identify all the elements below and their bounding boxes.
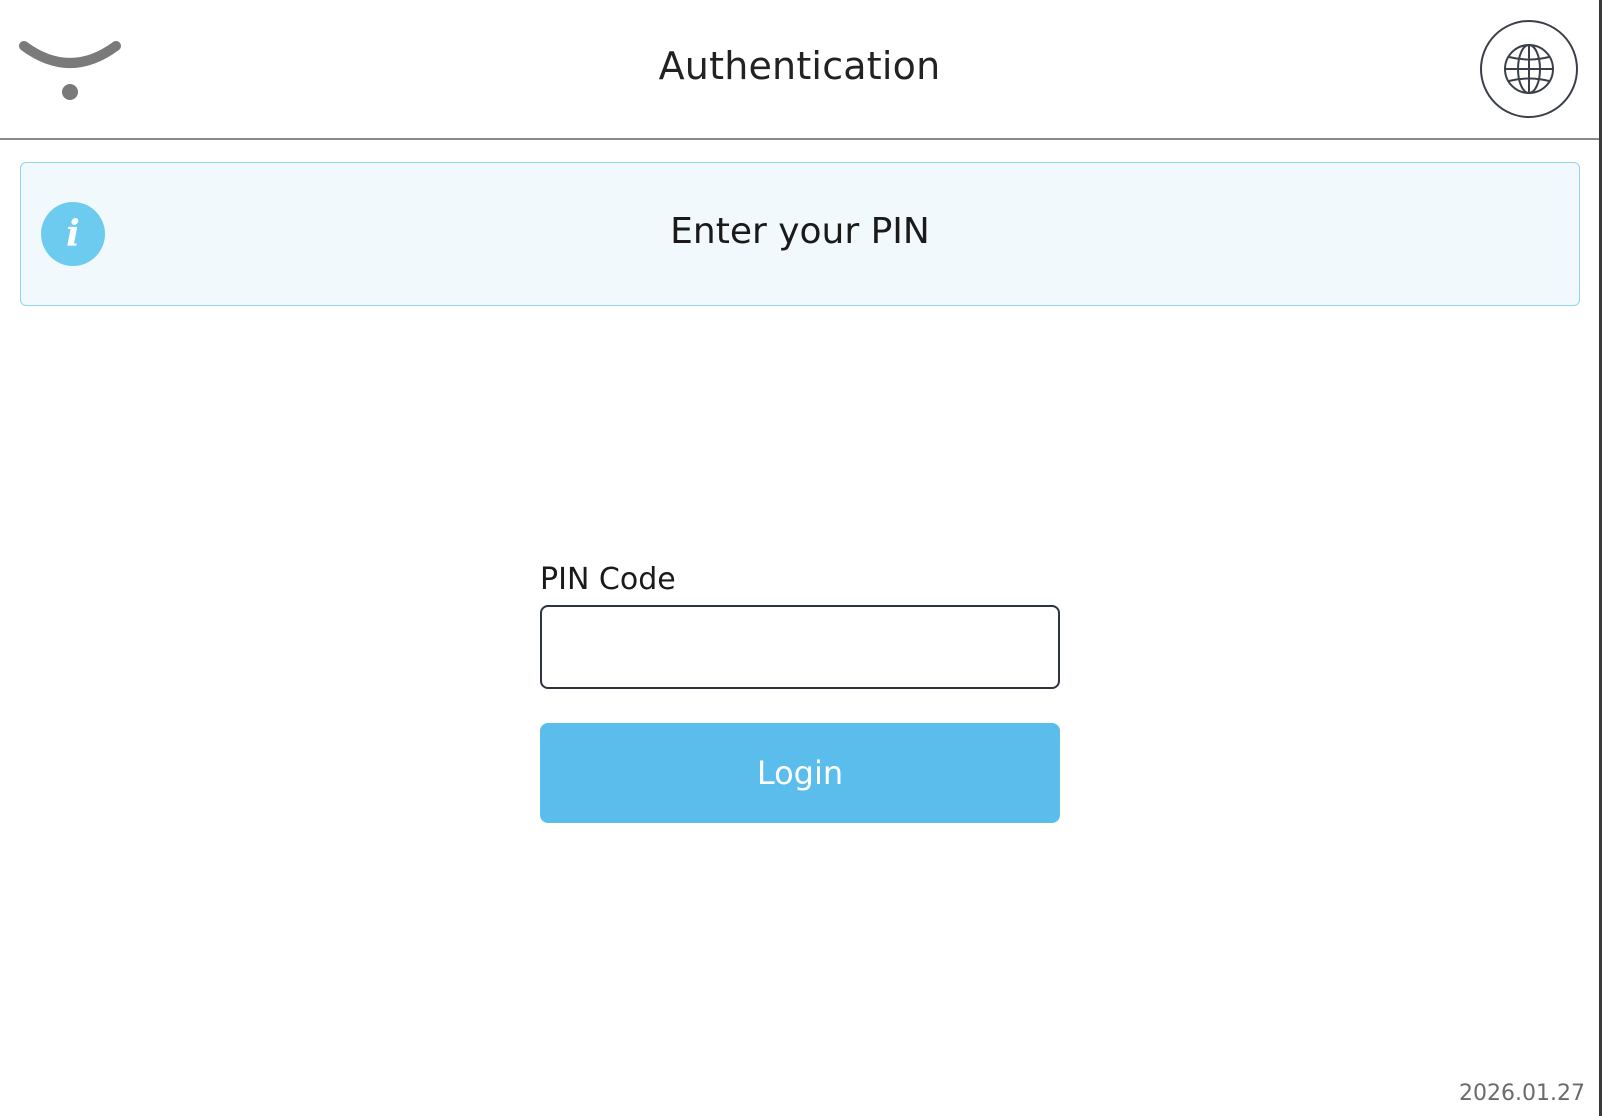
login-button[interactable]: Login (540, 723, 1060, 823)
page-title: Authentication (658, 44, 941, 88)
globe-icon (1504, 44, 1554, 94)
language-button[interactable] (1480, 20, 1578, 118)
pin-code-input[interactable] (540, 605, 1060, 689)
login-form: PIN Code Login (540, 562, 1060, 823)
authentication-screen: Authentication i Enter your PIN PIN Code… (0, 0, 1602, 1116)
version-label: 2026.01.27 (1459, 1081, 1585, 1106)
banner-message: Enter your PIN (670, 211, 930, 252)
info-banner: i Enter your PIN (20, 162, 1580, 306)
top-bar: Authentication (0, 0, 1599, 140)
pin-code-label: PIN Code (540, 562, 676, 597)
